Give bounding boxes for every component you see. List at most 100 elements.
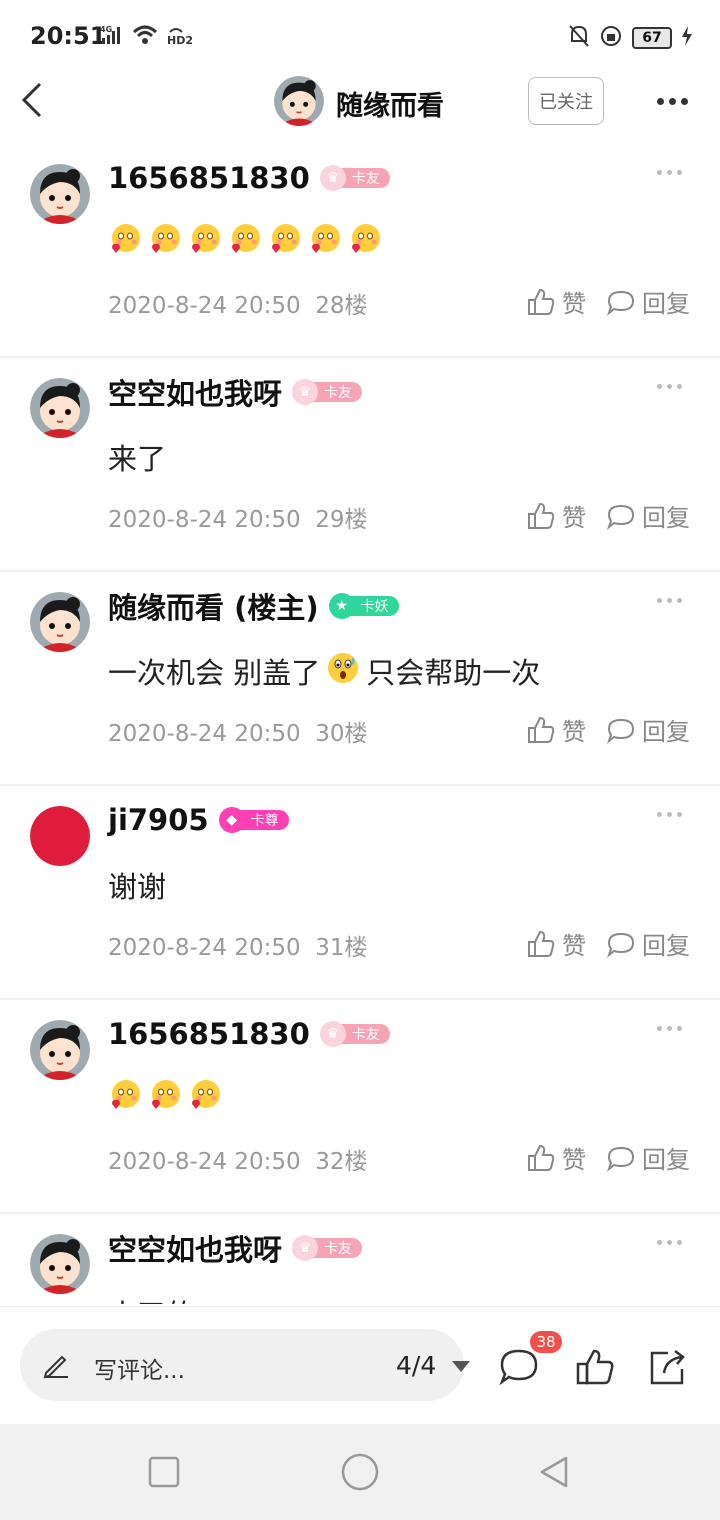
write-comment-input[interactable]: 写评论... 4/4 xyxy=(20,1329,470,1401)
page-indicator[interactable]: 4/4 xyxy=(396,1351,436,1380)
comment-more-button[interactable] xyxy=(657,1026,682,1031)
username[interactable]: 随缘而看 (楼主) xyxy=(108,585,319,627)
like-button[interactable]: 赞 xyxy=(526,712,586,747)
reply-bubble-icon xyxy=(606,290,635,316)
comment-item[interactable]: 1656851830 ♛ 卡友 2020-8-24 20:50 28楼 赞回复 xyxy=(0,144,720,358)
pencil-icon xyxy=(43,1355,68,1379)
comment-item[interactable]: ji7905 ◆ 卡尊谢谢 2020-8-24 20:50 31楼 赞回复 xyxy=(0,786,720,1000)
avatar[interactable] xyxy=(30,164,90,224)
like-button[interactable]: 赞 xyxy=(526,284,586,319)
comment-button[interactable] xyxy=(498,1347,540,1387)
reply-button[interactable]: 回复 xyxy=(606,498,690,533)
home-button[interactable] xyxy=(340,1452,380,1492)
avatar[interactable] xyxy=(30,806,90,866)
comment-item[interactable]: 1656851830 ♛ 卡友 2020-8-24 20:50 32楼 赞回复 xyxy=(0,1000,720,1214)
comment-meta: 2020-8-24 20:50 31楼 xyxy=(108,935,368,961)
username[interactable]: 空空如也我呀 xyxy=(108,371,282,413)
level-badge: ♛ 卡友 xyxy=(319,165,390,191)
author-avatar[interactable] xyxy=(274,76,324,126)
badge-yao-icon: ★ xyxy=(328,593,355,619)
level-badge: ◆ 卡尊 xyxy=(218,807,289,833)
share-button[interactable] xyxy=(646,1347,688,1387)
love-face-icon xyxy=(148,222,182,263)
badge-friend-icon: ♛ xyxy=(319,1021,346,1047)
reply-button[interactable]: 回复 xyxy=(606,712,690,747)
like-button[interactable]: 赞 xyxy=(526,926,586,961)
comment-more-button[interactable] xyxy=(657,812,682,817)
rotation-lock-icon xyxy=(600,25,622,51)
more-options-button[interactable] xyxy=(652,86,692,116)
like-post-button[interactable] xyxy=(574,1347,616,1387)
love-face-icon xyxy=(268,222,302,263)
username[interactable]: 1656851830 xyxy=(108,161,310,195)
badge-zun-icon: ◆ xyxy=(218,807,245,833)
status-time: 20:51 xyxy=(30,22,107,50)
love-face-icon xyxy=(228,222,262,263)
reply-button[interactable]: 回复 xyxy=(606,284,690,319)
shocked-face-icon xyxy=(326,651,360,692)
love-face-icon xyxy=(348,222,382,263)
comment-icon xyxy=(499,1349,538,1386)
badge-label: 卡友 xyxy=(339,168,390,188)
back-nav-button[interactable] xyxy=(536,1454,572,1490)
hd-icon: HD2 xyxy=(166,24,200,50)
thumbs-up-icon xyxy=(528,930,555,957)
thumbs-up-icon xyxy=(528,716,555,743)
love-face-icon xyxy=(108,1078,142,1119)
thumbs-up-icon xyxy=(528,1144,555,1171)
level-badge: ★ 卡妖 xyxy=(328,593,399,619)
avatar[interactable] xyxy=(30,378,90,438)
avatar[interactable] xyxy=(30,592,90,652)
love-face-icon xyxy=(308,222,342,263)
badge-label: 卡友 xyxy=(339,1024,390,1044)
svg-text:4G: 4G xyxy=(100,25,112,34)
back-arrow-icon xyxy=(21,82,42,118)
recent-apps-button[interactable] xyxy=(146,1454,182,1490)
comment-meta: 2020-8-24 20:50 30楼 xyxy=(108,721,368,747)
username[interactable]: ji7905 xyxy=(108,803,209,837)
follow-button[interactable]: 已关注 xyxy=(528,77,604,125)
battery-icon: 67 xyxy=(632,27,672,49)
badge-friend-icon: ♛ xyxy=(292,1235,319,1261)
comment-item[interactable]: 空空如也我呀 ♛ 卡友 来了 2020-8-24 20:50 29楼 赞回复 xyxy=(0,358,720,572)
comment-item[interactable]: 随缘而看 (楼主) ★ 卡妖 一次机会 别盖了 只会帮助一次 2020-8-24 20:5… xyxy=(0,572,720,786)
comment-text xyxy=(108,222,382,263)
comment-list[interactable]: 1656851830 ♛ 卡友 2020-8-24 20:50 28楼赞回复 空空如也我… xyxy=(0,144,720,1304)
charging-icon xyxy=(682,26,692,50)
level-badge: ♛ 卡友 xyxy=(319,1021,390,1047)
comment-meta: 2020-8-24 20:50 32楼 xyxy=(108,1149,368,1175)
avatar[interactable] xyxy=(30,1234,90,1294)
reply-button[interactable]: 回复 xyxy=(606,926,690,961)
comment-text xyxy=(108,1078,222,1119)
like-button[interactable]: 赞 xyxy=(526,1140,586,1175)
reply-button[interactable]: 回复 xyxy=(606,1140,690,1175)
svg-text:HD2: HD2 xyxy=(167,34,193,46)
avatar[interactable] xyxy=(30,1020,90,1080)
badge-label: 卡友 xyxy=(312,382,363,402)
comment-more-button[interactable] xyxy=(657,170,682,175)
love-face-icon xyxy=(148,1078,182,1119)
comment-more-button[interactable] xyxy=(657,384,682,389)
comment-item[interactable]: 空空如也我呀 ♛卡友来了的 xyxy=(0,1214,720,1304)
page-dropdown-icon[interactable] xyxy=(452,1361,470,1372)
back-button[interactable] xyxy=(16,78,52,122)
username[interactable]: 1656851830 xyxy=(108,1017,310,1051)
comment-meta: 2020-8-24 20:50 28楼 xyxy=(108,293,368,319)
level-badge: ♛ 卡友 xyxy=(292,1235,363,1261)
page-title: 随缘而看 xyxy=(336,91,444,122)
username[interactable]: 空空如也我呀 xyxy=(108,1227,282,1269)
comment-meta: 2020-8-24 20:50 29楼 xyxy=(108,507,368,533)
triangle-back-icon xyxy=(540,1456,568,1488)
comment-text: 谢谢 xyxy=(108,870,167,904)
like-button[interactable]: 赞 xyxy=(526,498,586,533)
comment-more-button[interactable] xyxy=(657,1240,682,1245)
badge-label: 卡友 xyxy=(312,1238,363,1258)
comment-more-button[interactable] xyxy=(657,598,682,603)
love-face-icon xyxy=(108,222,142,263)
thumbs-up-icon xyxy=(528,502,555,529)
top-header: 随缘而看 已关注 xyxy=(0,72,720,134)
comment-text: 来了 xyxy=(108,442,167,476)
signal-icon: 4G xyxy=(100,24,124,50)
circle-icon xyxy=(341,1453,379,1491)
bell-off-icon xyxy=(568,24,590,52)
